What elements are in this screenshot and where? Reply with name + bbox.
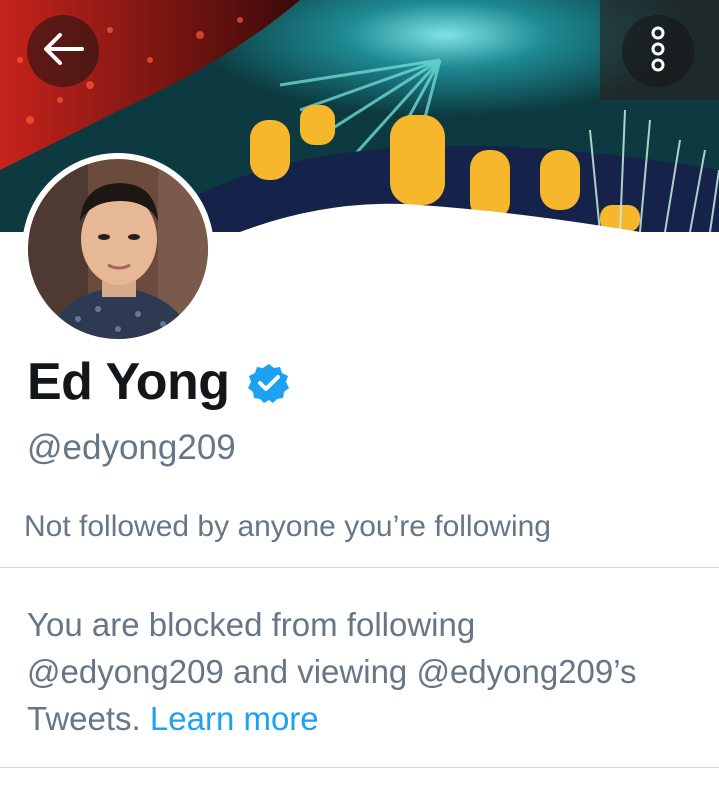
avatar-photo (28, 159, 208, 339)
more-vertical-icon (648, 26, 668, 77)
verified-badge-icon (247, 362, 290, 404)
profile-avatar[interactable] (22, 153, 214, 345)
blocked-notice-line-2: @edyong209 and viewing @edyong209’s (27, 653, 637, 690)
display-name: Ed Yong (27, 353, 230, 411)
arrow-left-icon (42, 31, 84, 72)
divider (0, 567, 719, 568)
blocked-notice-line-1: You are blocked from following (27, 606, 476, 643)
profile-name-row: Ed Yong (27, 350, 290, 414)
divider (0, 767, 719, 768)
back-button[interactable] (27, 15, 99, 87)
blocked-notice-line-3: Tweets. Learn more (27, 695, 707, 742)
blocked-notice: You are blocked from following @edyong20… (27, 601, 707, 742)
followers-you-know: Not followed by anyone you’re following (24, 510, 551, 543)
learn-more-link[interactable]: Learn more (150, 700, 319, 737)
blocked-notice-tweets: Tweets. (27, 700, 141, 737)
more-options-button[interactable] (622, 15, 694, 87)
profile-handle: @edyong209 (27, 428, 236, 467)
